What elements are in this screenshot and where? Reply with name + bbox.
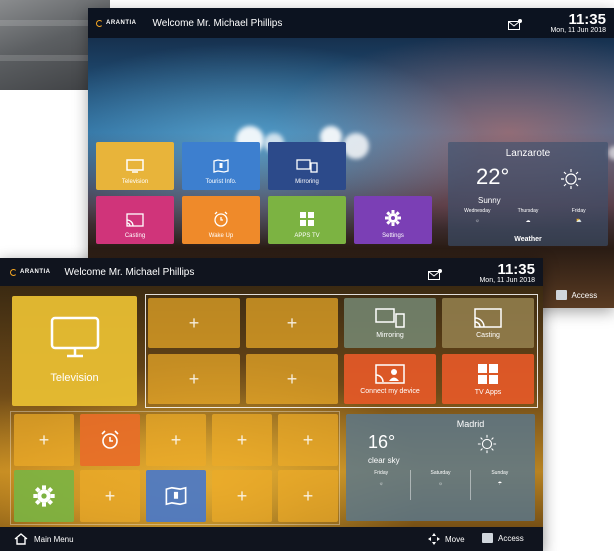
clock: 11:35 Mon, 11 Jun 2018 bbox=[479, 261, 535, 284]
tile-mirroring[interactable]: Mirroring bbox=[344, 298, 436, 348]
mirroring-icon bbox=[296, 159, 318, 173]
front-screen: ARANTIA Welcome Mr. Michael Phillips 11:… bbox=[0, 258, 543, 551]
sun-icon bbox=[561, 169, 581, 189]
cast-person-icon bbox=[375, 363, 405, 384]
tile-mirroring[interactable]: Mirroring bbox=[268, 142, 346, 190]
move-hint: Move bbox=[428, 533, 465, 545]
brand-logo: ARANTIA bbox=[10, 268, 51, 276]
back-footer: ve Access bbox=[534, 282, 614, 308]
tile-television[interactable]: Television bbox=[12, 296, 137, 406]
access-icon bbox=[482, 533, 493, 543]
alarm-icon bbox=[101, 430, 119, 449]
map-icon bbox=[165, 486, 187, 506]
add-tile-slot[interactable]: + bbox=[148, 354, 240, 404]
welcome-text: Welcome Mr. Michael Phillips bbox=[152, 17, 283, 29]
main-menu-button[interactable]: Main Menu bbox=[14, 533, 74, 545]
tile-casting[interactable]: Casting bbox=[442, 298, 534, 348]
access-icon bbox=[556, 290, 568, 300]
tile-tourist-info[interactable] bbox=[146, 470, 206, 522]
add-tile-slot[interactable]: + bbox=[246, 298, 338, 348]
forecast-day: Wednesday ☼ bbox=[452, 208, 503, 224]
tile-tourist-info[interactable]: Tourist Info. bbox=[182, 142, 260, 190]
mirroring-icon bbox=[375, 307, 405, 328]
back-top-bar: ARANTIA Welcome Mr. Michael Phillips 11:… bbox=[88, 8, 614, 38]
alarm-icon bbox=[214, 211, 228, 227]
access-label[interactable]: Access bbox=[571, 291, 597, 300]
add-tile-slot[interactable]: + bbox=[80, 470, 140, 522]
tv-icon bbox=[50, 316, 99, 358]
home-icon bbox=[14, 533, 28, 545]
forecast-days: Wednesday ☼ Thursday ☁ Friday ⛅ bbox=[452, 208, 604, 224]
forecast-day: Friday ☼ bbox=[352, 470, 412, 500]
tile-settings[interactable]: Settings bbox=[354, 196, 432, 244]
front-footer: Main Menu Move Access bbox=[0, 527, 543, 551]
apps-icon bbox=[300, 212, 314, 226]
add-tile-slot[interactable]: + bbox=[278, 470, 338, 522]
tile-wake-up[interactable]: Wake Up bbox=[182, 196, 260, 244]
gear-icon bbox=[33, 485, 55, 507]
add-tile-slot[interactable]: + bbox=[246, 354, 338, 404]
rain-cloud-icon: ☂ bbox=[497, 481, 503, 487]
weather-city: Madrid bbox=[456, 419, 485, 429]
forecast-days: Friday ☼ Saturday ☼ Sunday ☂ bbox=[352, 470, 529, 500]
partly-cloudy-icon: ⛅ bbox=[575, 218, 582, 224]
gear-icon bbox=[385, 210, 401, 226]
tile-television[interactable]: Television bbox=[96, 142, 174, 190]
weather-temp: 16° bbox=[368, 432, 396, 452]
forecast-day: Sunday ☂ bbox=[471, 470, 529, 500]
forecast-day: Thursday ☁ bbox=[503, 208, 554, 224]
forecast-day: Saturday ☼ bbox=[411, 470, 471, 500]
welcome-text: Welcome Mr. Michael Phillips bbox=[64, 266, 195, 278]
add-tile-slot[interactable]: + bbox=[14, 414, 74, 466]
weather-temp: 22° bbox=[476, 164, 510, 189]
add-tile-slot[interactable]: + bbox=[212, 470, 272, 522]
brand-logo: ARANTIA bbox=[96, 19, 137, 27]
tile-wake-up[interactable] bbox=[80, 414, 140, 466]
tv-icon bbox=[126, 159, 144, 173]
sun-small-icon: ☼ bbox=[475, 218, 480, 224]
add-tile-slot[interactable]: + bbox=[146, 414, 206, 466]
cast-icon bbox=[474, 307, 502, 328]
sun-icon bbox=[477, 434, 497, 454]
tile-connect-my-device[interactable]: Connect my device bbox=[344, 354, 436, 404]
mail-icon[interactable] bbox=[428, 267, 442, 285]
tile-settings[interactable] bbox=[14, 470, 74, 522]
apps-icon bbox=[478, 363, 498, 384]
add-tile-slot[interactable]: + bbox=[278, 414, 338, 466]
mail-icon[interactable] bbox=[508, 17, 522, 35]
map-icon bbox=[213, 159, 229, 173]
sun-small-icon: ☼ bbox=[378, 481, 384, 487]
tile-casting[interactable]: Casting bbox=[96, 196, 174, 244]
weather-condition: clear sky bbox=[368, 456, 400, 465]
move-arrows-icon bbox=[428, 533, 440, 545]
front-top-bar: ARANTIA Welcome Mr. Michael Phillips 11:… bbox=[0, 258, 543, 286]
access-button[interactable]: Access bbox=[482, 533, 524, 543]
forecast-day: Friday ⛅ bbox=[553, 208, 604, 224]
tile-tv-apps[interactable]: TV Apps bbox=[442, 354, 534, 404]
tile-apps-tv[interactable]: APPS TV bbox=[268, 196, 346, 244]
cloud-icon: ☁ bbox=[525, 218, 531, 224]
weather-condition: Sunny bbox=[478, 196, 501, 205]
weather-city: Lanzarote bbox=[505, 148, 551, 159]
add-tile-slot[interactable]: + bbox=[212, 414, 272, 466]
weather-widget-front[interactable]: Madrid 16° clear sky Friday ☼ Saturday ☼ S… bbox=[346, 414, 535, 521]
weather-label: Weather bbox=[514, 236, 542, 243]
cast-icon bbox=[126, 213, 144, 227]
add-tile-slot[interactable]: + bbox=[148, 298, 240, 348]
weather-widget-back[interactable]: Lanzarote 22° Sunny Wednesday ☼ Thursday ☁… bbox=[448, 142, 608, 246]
clock: 11:35 Mon, 11 Jun 2018 bbox=[550, 11, 606, 34]
sun-small-icon: ☼ bbox=[438, 481, 443, 487]
